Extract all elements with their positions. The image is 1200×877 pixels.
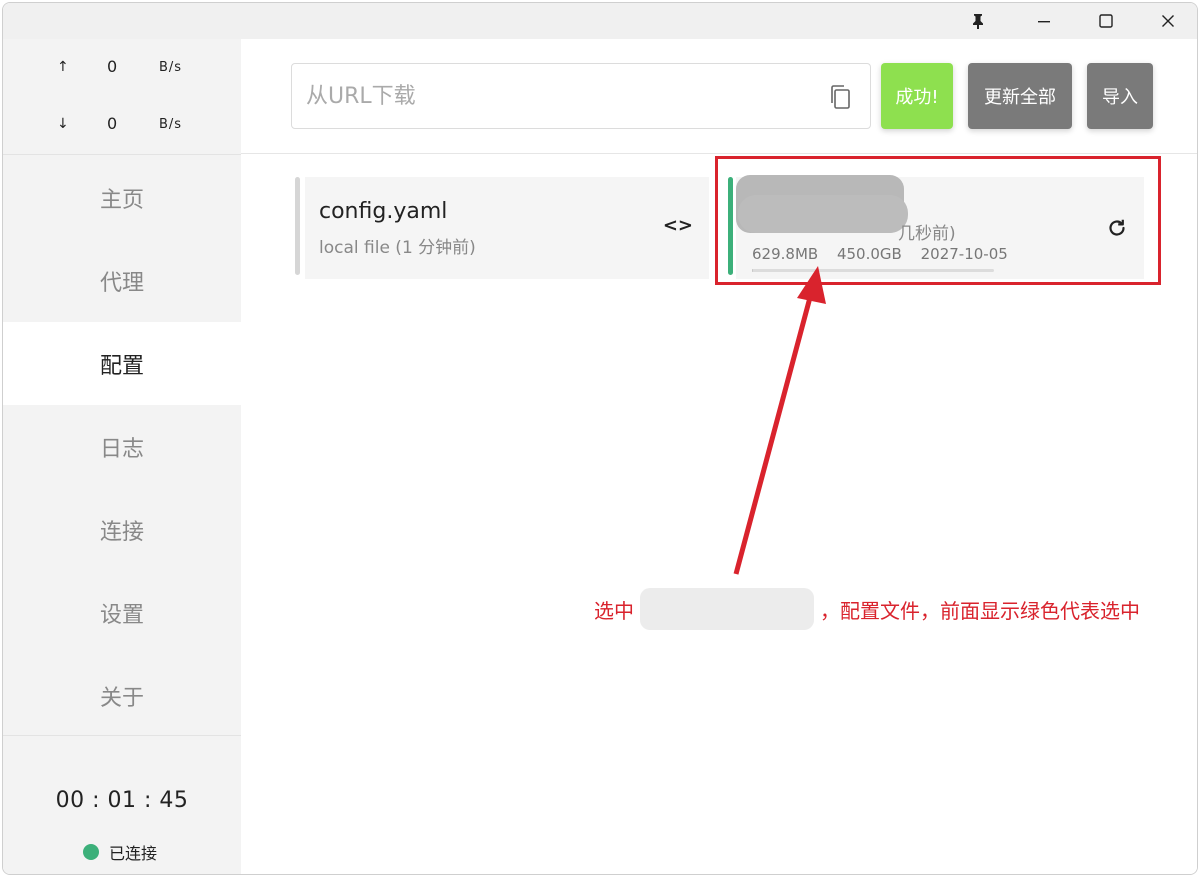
- upload-unit: B/s: [159, 60, 183, 75]
- selection-bar: [295, 177, 300, 275]
- sidebar-nav: 主页 代理 配置 日志 连接 设置 关于: [3, 156, 241, 737]
- annotation-suffix: ，配置文件，前面显示绿色代表选中: [820, 598, 1140, 623]
- profile-subtitle: local file (1 分钟前): [319, 238, 476, 258]
- edit-code-icon[interactable]: <>: [663, 215, 693, 236]
- sidebar-item-logs[interactable]: 日志: [3, 405, 241, 488]
- sidebar-item-label: 日志: [99, 436, 144, 462]
- update-all-button[interactable]: 更新全部: [968, 63, 1072, 129]
- sidebar-footer: 00 : 01 : 45 已连接: [3, 735, 241, 874]
- profiles-toolbar: 成功! 更新全部 导入: [241, 39, 1197, 154]
- annotation-prefix: 选中: [594, 598, 634, 623]
- traffic-panel: ↑ 0 B/s ↓ 0 B/s: [3, 39, 241, 155]
- maximize-icon[interactable]: [1083, 3, 1129, 39]
- sidebar-item-label: 关于: [99, 685, 144, 711]
- sidebar: ↑ 0 B/s ↓ 0 B/s 主页 代理 配置 日志 连接 设置 关于 00 …: [3, 39, 241, 874]
- url-input[interactable]: [292, 83, 792, 109]
- sidebar-item-label: 连接: [99, 519, 144, 545]
- sidebar-item-label: 主页: [99, 187, 144, 213]
- url-input-box: [291, 63, 871, 129]
- app-window: ↑ 0 B/s ↓ 0 B/s 主页 代理 配置 日志 连接 设置 关于 00 …: [2, 2, 1198, 875]
- import-button[interactable]: 导入: [1087, 63, 1153, 129]
- download-speed: ↓ 0 B/s: [3, 110, 241, 140]
- close-icon[interactable]: [1145, 3, 1191, 39]
- annotation-redacted: [640, 588, 814, 630]
- upload-value: 0: [107, 57, 118, 76]
- download-unit: B/s: [159, 117, 183, 132]
- sidebar-item-label: 配置: [99, 353, 144, 379]
- sidebar-item-home[interactable]: 主页: [3, 156, 241, 239]
- profile-card-local[interactable]: config.yaml local file (1 分钟前) <>: [295, 177, 709, 279]
- upload-speed: ↑ 0 B/s: [3, 53, 241, 83]
- annotation-highlight-box: [715, 156, 1161, 285]
- upload-arrow-icon: ↑: [57, 59, 69, 75]
- uptime-timer: 00 : 01 : 45: [55, 788, 189, 813]
- download-value: 0: [107, 114, 118, 133]
- connection-status: 已连接: [83, 840, 157, 864]
- pin-icon[interactable]: [955, 3, 1001, 39]
- status-label: 已连接: [109, 844, 158, 863]
- sidebar-item-settings[interactable]: 设置: [3, 571, 241, 654]
- download-arrow-icon: ↓: [57, 116, 69, 132]
- sidebar-item-profiles[interactable]: 配置: [3, 322, 241, 405]
- status-dot-icon: [83, 844, 99, 860]
- minimize-icon[interactable]: [1021, 3, 1067, 39]
- sidebar-item-proxy[interactable]: 代理: [3, 239, 241, 322]
- sidebar-item-label: 设置: [99, 602, 144, 628]
- annotation-text: 选中 ，配置文件，前面显示绿色代表选中: [594, 588, 1140, 630]
- profile-title: config.yaml: [319, 199, 448, 224]
- sidebar-item-about[interactable]: 关于: [3, 654, 241, 737]
- success-button[interactable]: 成功!: [881, 63, 953, 129]
- sidebar-item-label: 代理: [99, 270, 144, 296]
- sidebar-item-connections[interactable]: 连接: [3, 488, 241, 571]
- paste-icon[interactable]: [828, 84, 852, 110]
- title-bar: [3, 3, 1197, 39]
